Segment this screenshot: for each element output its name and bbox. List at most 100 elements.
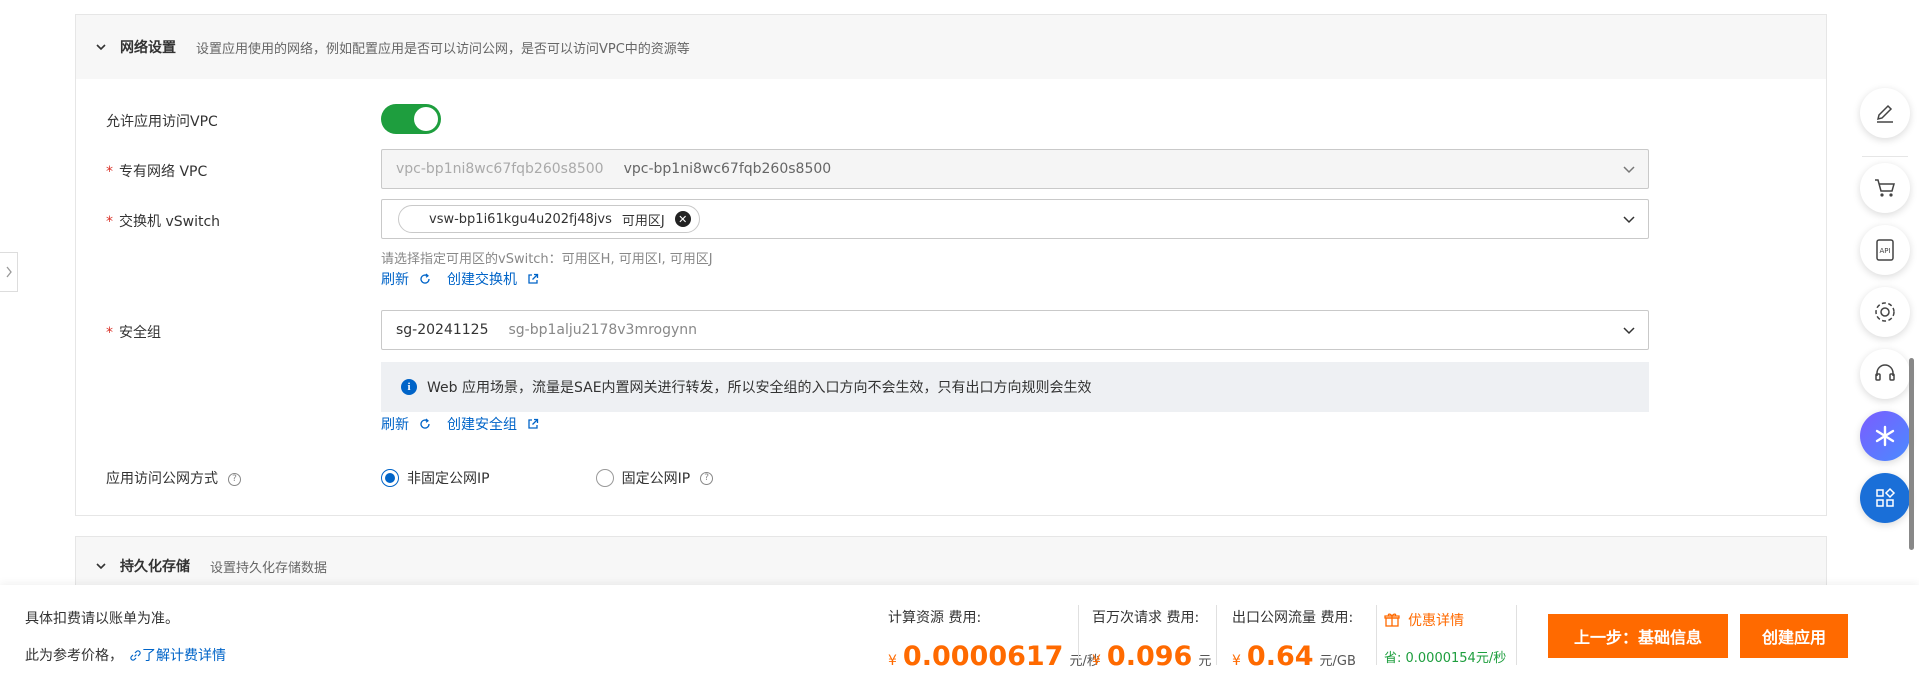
vpc-select[interactable]: vpc-bp1ni8wc67fqb260s8500 vpc-bp1ni8wc67… [381, 149, 1649, 189]
reference-price-note: 此为参考价格， 了解计费详情 [25, 645, 226, 665]
compute-cost-value: ¥ 0.0000617 元/秒 [888, 641, 1100, 672]
settings-button[interactable] [1860, 287, 1910, 337]
vswitch-label-text: 交换机 vSwitch [119, 214, 221, 230]
link-icon [130, 649, 141, 661]
sidebar-expand-tab[interactable] [0, 252, 18, 292]
remove-tag-icon[interactable]: ✕ [674, 211, 691, 227]
refresh-icon [420, 418, 430, 429]
chevron-down-icon[interactable] [96, 561, 106, 571]
vpc-label-text: 专有网络 VPC [119, 164, 208, 180]
ai-assistant-button[interactable] [1860, 411, 1910, 461]
create-vswitch-link[interactable]: 创建交换机 [447, 269, 539, 289]
promo-details-link[interactable]: 优惠详情 [1384, 610, 1464, 630]
external-link-icon [528, 273, 539, 284]
vpc-label: * 专有网络 VPC [106, 161, 207, 181]
currency-symbol: ¥ [1092, 653, 1101, 669]
currency-symbol: ¥ [1232, 653, 1241, 669]
network-settings-desc: 设置应用使用的网络，例如配置应用是否可以访问公网，是否可以访问VPC中的资源等 [196, 41, 690, 57]
egress-cost: 出口公网流量 费用: ¥ 0.64 元/GB [1232, 607, 1356, 672]
allow-vpc-label: 允许应用访问VPC [106, 114, 218, 130]
refresh-label: 刷新 [381, 272, 409, 288]
promo-savings: 省: 0.0000154元/秒 [1384, 651, 1507, 666]
apps-grid-icon [1876, 487, 1896, 507]
public-access-radio-group: 非固定公网IP 固定公网IP ? [381, 468, 819, 488]
vswitch-hint: 请选择指定可用区的vSwitch：可用区H, 可用区I, 可用区J [381, 252, 713, 267]
cart-icon [1875, 179, 1895, 197]
request-cost-number: 0.096 [1106, 641, 1193, 672]
currency-symbol: ¥ [888, 653, 897, 669]
vpc-value-secondary: vpc-bp1ni8wc67fqb260s8500 [623, 161, 832, 177]
scrollbar[interactable] [1909, 358, 1914, 550]
pricing-footer: 具体扣费请以账单为准。 此为参考价格， 了解计费详情 计算资源 费用: ¥ 0.… [0, 585, 1919, 681]
network-settings-header[interactable]: 网络设置 设置应用使用的网络，例如配置应用是否可以访问公网，是否可以访问VPC中… [76, 15, 1826, 79]
request-cost-value: ¥ 0.096 元 [1092, 641, 1211, 672]
cart-button[interactable] [1860, 163, 1910, 213]
storage-title: 持久化存储 [120, 559, 190, 575]
compute-cost-label: 计算资源 费用: [888, 610, 982, 626]
sg-notice: i Web 应用场景，流量是SAE内置网关进行转发，所以安全组的入口方向不会生效… [381, 362, 1649, 412]
sg-name: sg-20241125 [396, 322, 489, 338]
storage-desc: 设置持久化存储数据 [210, 560, 328, 576]
external-link-icon [528, 418, 539, 429]
egress-cost-number: 0.64 [1246, 641, 1314, 672]
refresh-sg-link[interactable]: 刷新 [381, 414, 431, 434]
create-vswitch-label: 创建交换机 [447, 272, 517, 288]
chevron-down-icon [1623, 327, 1635, 335]
pricing-details-link[interactable]: 了解计费详情 [129, 645, 226, 665]
radio-dynamic-ip[interactable]: 非固定公网IP [381, 468, 490, 488]
vpc-value-primary: vpc-bp1ni8wc67fqb260s8500 [396, 161, 604, 177]
required-mark: * [106, 214, 113, 230]
refresh-icon [420, 273, 430, 284]
sg-notice-text: Web 应用场景，流量是SAE内置网关进行转发，所以安全组的入口方向不会生效，只… [427, 380, 1092, 396]
request-cost-unit: 元 [1198, 654, 1212, 669]
vswitch-select[interactable]: vsw-bp1i61kgu4u202fj48jvs 可用区J ✕ [381, 199, 1649, 239]
help-icon[interactable]: ? [228, 472, 241, 486]
allow-vpc-toggle[interactable] [381, 104, 441, 134]
vswitch-tag-zone: 可用区J [621, 213, 665, 229]
toggle-knob [414, 107, 438, 131]
vswitch-links: 刷新 创建交换机 [381, 269, 555, 289]
radio-button[interactable] [381, 469, 399, 487]
divider [1078, 605, 1079, 665]
chevron-right-icon [5, 266, 12, 278]
refresh-label: 刷新 [381, 417, 409, 433]
create-sg-label: 创建安全组 [447, 417, 517, 433]
chevron-down-icon[interactable] [96, 42, 106, 52]
public-access-label-text: 应用访问公网方式 [106, 471, 218, 487]
refresh-vswitch-link[interactable]: 刷新 [381, 269, 431, 289]
security-group-select[interactable]: sg-20241125 sg-bp1alju2178v3mrogynn [381, 310, 1649, 350]
sg-id: sg-bp1alju2178v3mrogynn [508, 322, 698, 338]
apps-button[interactable] [1860, 473, 1910, 523]
toolbar-divider [1862, 156, 1908, 157]
request-cost: 百万次请求 费用: ¥ 0.096 元 [1092, 607, 1211, 672]
egress-cost-value: ¥ 0.64 元/GB [1232, 641, 1356, 672]
vswitch-tag-id: vsw-bp1i61kgu4u202fj48jvs [429, 211, 612, 227]
chevron-down-icon [1623, 216, 1635, 224]
compute-cost: 计算资源 费用: ¥ 0.0000617 元/秒 [888, 607, 1100, 672]
support-icon [1875, 364, 1895, 381]
help-icon[interactable]: ? [700, 471, 714, 485]
chevron-down-icon [1623, 166, 1635, 174]
api-icon: API [1876, 239, 1894, 261]
billing-note: 具体扣费请以账单为准。 [25, 611, 179, 627]
divider [1216, 605, 1217, 665]
create-app-button[interactable]: 创建应用 [1740, 614, 1848, 658]
api-button[interactable]: API [1860, 225, 1910, 275]
create-sg-link[interactable]: 创建安全组 [447, 414, 539, 434]
prev-step-button[interactable]: 上一步：基础信息 [1548, 614, 1728, 658]
divider [1376, 605, 1377, 665]
request-cost-label: 百万次请求 费用: [1092, 610, 1200, 626]
edit-icon [1876, 104, 1893, 123]
sg-label: * 安全组 [106, 322, 161, 342]
gift-icon [1384, 613, 1400, 627]
network-settings-title: 网络设置 [120, 40, 176, 56]
svg-text:API: API [1879, 247, 1890, 255]
radio-button[interactable] [595, 469, 614, 487]
support-button[interactable] [1860, 349, 1910, 399]
info-icon: i [401, 379, 417, 395]
edit-button[interactable] [1860, 88, 1910, 138]
pricing-link-text: 了解计费详情 [142, 648, 226, 664]
network-settings-panel: 网络设置 设置应用使用的网络，例如配置应用是否可以访问公网，是否可以访问VPC中… [75, 14, 1827, 516]
radio-fixed-ip[interactable]: 固定公网IP ? [595, 468, 714, 488]
settings-icon [1875, 302, 1895, 322]
